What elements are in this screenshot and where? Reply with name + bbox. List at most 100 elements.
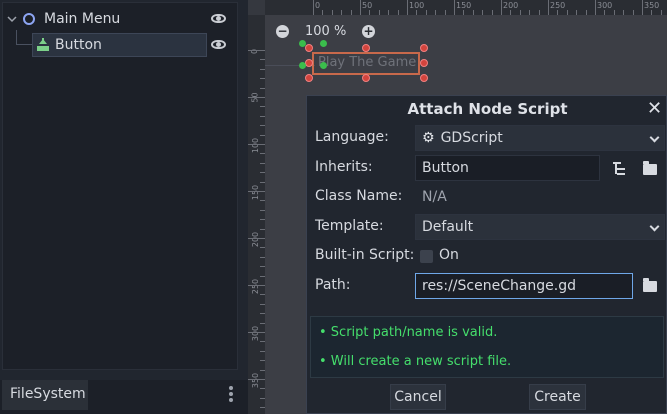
ruler-tick xyxy=(585,10,587,15)
dialog-title: Attach Node Script xyxy=(407,100,568,118)
folder-icon[interactable] xyxy=(643,161,659,176)
resize-handle[interactable] xyxy=(362,44,370,52)
chevron-down-icon xyxy=(649,221,660,232)
ruler-tick xyxy=(360,0,361,15)
inherits-field[interactable]: Button xyxy=(415,155,600,181)
tree-item-button[interactable]: Button xyxy=(32,33,207,57)
ruler-tick xyxy=(313,0,314,15)
tree-item-main-menu[interactable]: Main Menu xyxy=(6,7,234,31)
zoom-out-icon[interactable]: − xyxy=(276,25,289,38)
class-tree-icon[interactable] xyxy=(613,162,629,176)
ruler-label: 0 xyxy=(315,1,321,10)
ruler-tick xyxy=(529,10,531,15)
folder-icon[interactable] xyxy=(643,278,659,293)
validation-message: • Will create a new script file. xyxy=(319,354,512,369)
scene-tree xyxy=(2,2,238,370)
ruler-horizontal: 0 50 100 150 200 250 300 350 xyxy=(265,0,667,15)
resize-handle[interactable] xyxy=(305,74,313,82)
ruler-tick xyxy=(260,256,265,258)
cancel-button[interactable]: Cancel xyxy=(390,384,446,410)
ruler-tick xyxy=(260,228,265,230)
language-value: GDScript xyxy=(440,130,503,146)
builtin-script-value[interactable]: On xyxy=(439,247,459,263)
ruler-tick xyxy=(435,10,437,15)
ruler-label: 350 xyxy=(251,372,261,389)
ruler-label: 150 xyxy=(456,1,472,10)
ruler-tick xyxy=(322,10,324,15)
create-button[interactable]: Create xyxy=(529,384,586,410)
anchor-icon[interactable] xyxy=(320,62,327,69)
anchor-icon[interactable] xyxy=(320,40,327,47)
template-value: Default xyxy=(422,219,474,235)
ruler-tick xyxy=(260,294,265,296)
ruler-tick xyxy=(632,10,634,15)
ruler-tick xyxy=(482,10,484,15)
ruler-corner xyxy=(248,0,265,15)
menu-dots-icon[interactable] xyxy=(229,386,233,402)
resize-handle[interactable] xyxy=(305,44,313,52)
ruler-label: 200 xyxy=(251,231,261,248)
ruler-tick xyxy=(260,172,265,174)
path-input[interactable]: res://SceneChange.gd xyxy=(415,273,633,299)
ruler-tick xyxy=(566,10,568,15)
class-name-label: Class Name: xyxy=(315,188,403,204)
validation-message: • Script path/name is valid. xyxy=(319,325,498,340)
ruler-tick xyxy=(538,10,540,15)
language-label: Language: xyxy=(315,129,389,145)
ruler-tick xyxy=(604,10,606,15)
language-dropdown[interactable]: ⚙ GDScript xyxy=(415,125,665,151)
ruler-tick xyxy=(660,10,662,15)
visibility-eye-icon[interactable] xyxy=(211,14,226,23)
ruler-tick xyxy=(388,10,390,15)
ruler-tick xyxy=(260,397,265,399)
ruler-tick xyxy=(557,10,559,15)
ruler-tick xyxy=(260,200,265,202)
ruler-tick xyxy=(260,153,265,155)
anchor-icon[interactable] xyxy=(299,62,306,69)
template-dropdown[interactable]: Default xyxy=(415,214,665,240)
ruler-tick xyxy=(260,303,265,305)
ruler-label: 350 xyxy=(644,1,660,10)
filesystem-tab[interactable]: FileSystem xyxy=(2,380,88,410)
gear-icon: ⚙ xyxy=(422,130,435,146)
resize-handle[interactable] xyxy=(305,59,313,67)
resize-handle[interactable] xyxy=(362,74,370,82)
builtin-script-checkbox[interactable] xyxy=(420,250,433,263)
ruler-tick xyxy=(260,313,265,315)
ruler-tick xyxy=(407,0,408,15)
resize-handle[interactable] xyxy=(420,44,428,52)
ruler-tick xyxy=(642,0,643,15)
ruler-tick xyxy=(576,10,578,15)
ruler-tick xyxy=(260,322,265,324)
resize-handle[interactable] xyxy=(420,59,428,67)
ruler-label: 250 xyxy=(550,1,566,10)
ruler-tick xyxy=(248,191,265,192)
ruler-tick xyxy=(248,379,265,380)
visibility-eye-icon[interactable] xyxy=(211,40,226,49)
ruler-tick xyxy=(510,10,512,15)
ruler-tick xyxy=(260,369,265,371)
builtin-script-label: Built-in Script: xyxy=(315,247,415,263)
ruler-label: 200 xyxy=(503,1,519,10)
ruler-tick xyxy=(260,59,265,61)
zoom-level[interactable]: 100 % xyxy=(305,24,346,39)
close-icon[interactable]: ✕ xyxy=(647,98,662,119)
ruler-tick xyxy=(416,10,418,15)
ruler-tick xyxy=(248,285,265,286)
ruler-tick xyxy=(260,275,265,277)
ruler-tick xyxy=(260,115,265,117)
ruler-tick xyxy=(651,10,653,15)
anchor-icon[interactable] xyxy=(299,40,306,47)
tree-item-label: Button xyxy=(55,37,102,53)
resize-handle[interactable] xyxy=(420,74,428,82)
ruler-tick xyxy=(613,10,615,15)
inherits-label: Inherits: xyxy=(315,159,373,175)
ruler-tick xyxy=(260,106,265,108)
path-value: res://SceneChange.gd xyxy=(422,278,577,294)
validation-message-box: • Script path/name is valid. • Will crea… xyxy=(310,316,664,378)
chevron-down-icon xyxy=(649,132,660,143)
ruler-tick xyxy=(260,247,265,249)
ruler-tick xyxy=(341,10,343,15)
collapse-arrow-icon[interactable] xyxy=(6,13,18,25)
zoom-in-icon[interactable]: + xyxy=(362,25,375,38)
